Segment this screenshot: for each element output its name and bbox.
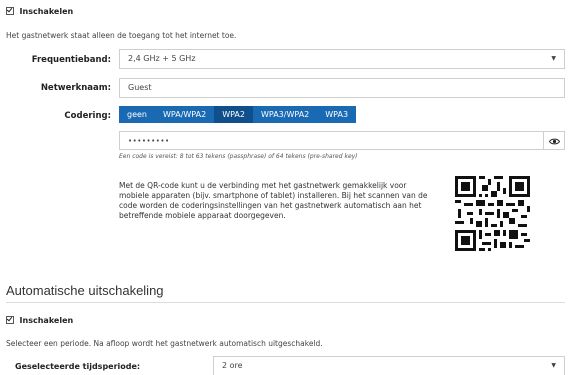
chevron-down-icon: ▼ [551, 362, 556, 369]
frequency-select[interactable]: 2,4 GHz + 5 GHz ▼ [119, 49, 565, 69]
frequency-label: Frequentieband: [31, 55, 111, 65]
auto-shutdown-enable-label: Inschakelen [19, 316, 74, 325]
password-hint: Een code is vereist: 8 tot 63 tekens (pa… [119, 153, 358, 160]
network-name-input[interactable]: Guest [119, 78, 565, 98]
period-label: Geselecteerde tijdsperiode: [15, 362, 141, 371]
chevron-down-icon: ▼ [551, 55, 556, 62]
encoding-option-wpa-wpa2[interactable]: WPA/WPA2 [155, 106, 215, 123]
encoding-option-wpa3-wpa2[interactable]: WPA3/WPA2 [252, 106, 318, 123]
qr-description: Met de QR-code kunt u de verbinding met … [119, 181, 428, 220]
frequency-value: 2,4 GHz + 5 GHz [128, 54, 196, 63]
guest-enable-checkbox[interactable] [6, 7, 14, 15]
encoding-option-wpa3[interactable]: WPA3 [317, 106, 357, 123]
period-value: 2 ore [222, 361, 243, 370]
encoding-option-wpa2[interactable]: WPA2 [214, 106, 253, 123]
network-name-label: Netwerknaam: [40, 83, 111, 93]
password-value: ••••••••• [128, 137, 170, 145]
auto-shutdown-info-text: Selecteer een periode. Na afloop wordt h… [6, 339, 323, 348]
encoding-label: Codering: [64, 111, 111, 121]
guest-info-text: Het gastnetwerk staat alleen de toegang … [6, 31, 237, 40]
period-select[interactable]: 2 ore ▼ [213, 356, 565, 375]
guest-enable-row[interactable]: Inschakelen [6, 7, 73, 16]
password-input[interactable]: ••••••••• [119, 131, 565, 150]
eye-icon[interactable] [543, 132, 564, 150]
auto-shutdown-checkbox[interactable] [6, 316, 14, 324]
auto-shutdown-enable-row[interactable]: Inschakelen [6, 316, 73, 325]
qr-code-icon [455, 176, 530, 251]
encoding-option-geen[interactable]: geen [119, 106, 155, 123]
guest-enable-label: Inschakelen [19, 7, 74, 16]
section-divider [6, 302, 565, 303]
auto-shutdown-title: Automatische uitschakeling [6, 283, 164, 298]
network-name-value: Guest [128, 83, 152, 92]
encoding-segmented-control: geen WPA/WPA2 WPA2 WPA3/WPA2 WPA3 [119, 106, 357, 123]
